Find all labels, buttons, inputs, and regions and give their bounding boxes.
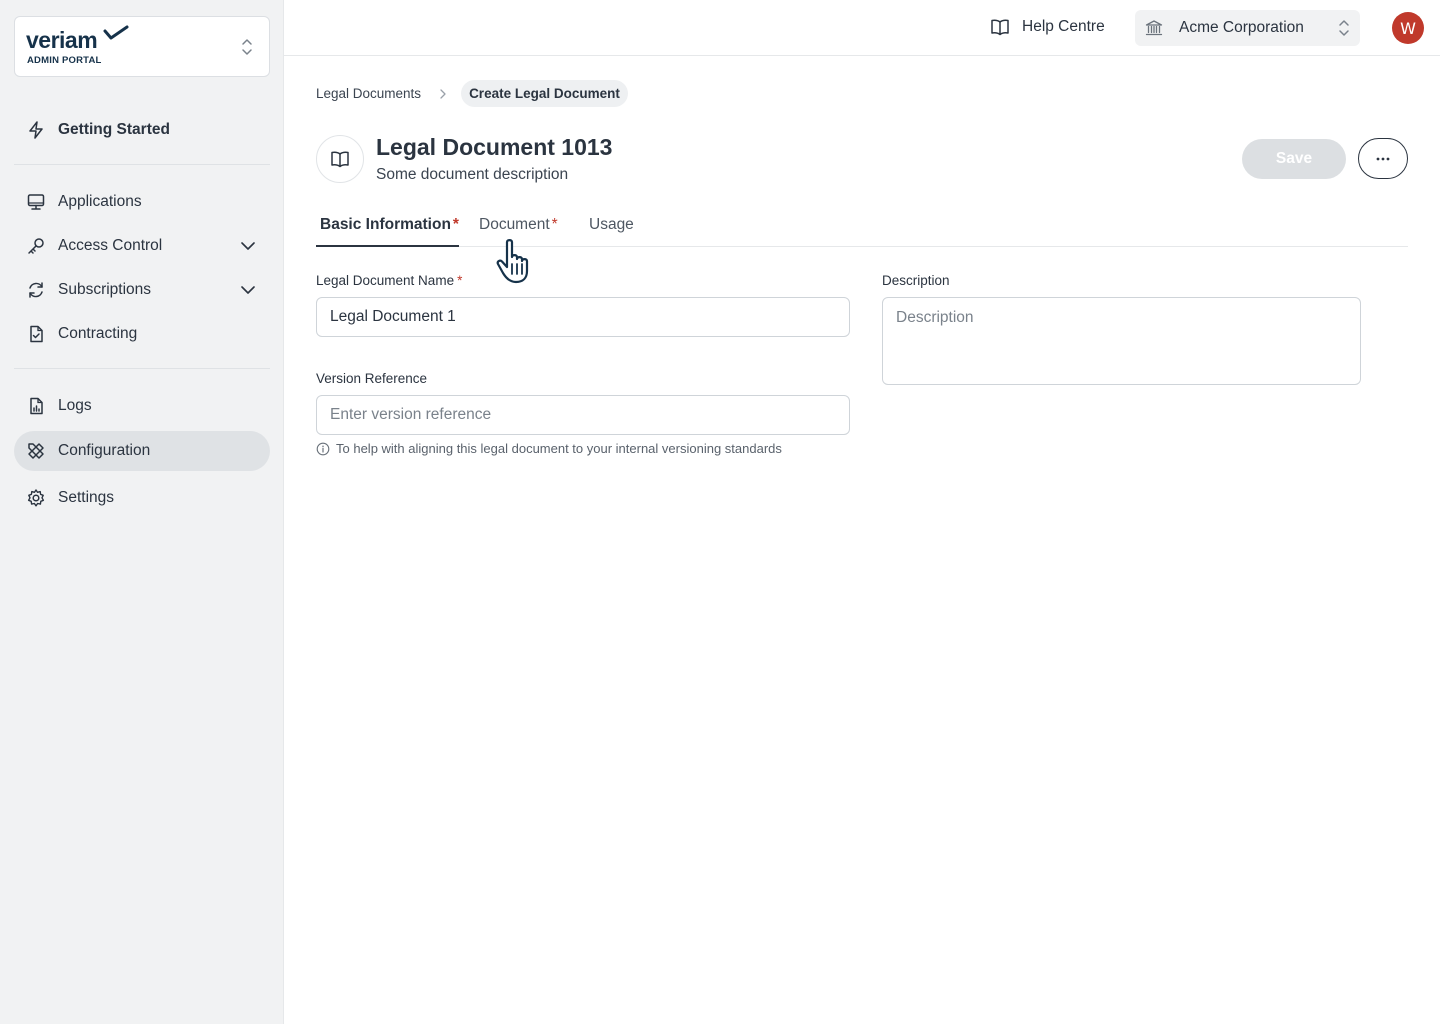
brand-check-icon xyxy=(103,25,129,40)
breadcrumb-legal-documents[interactable]: Legal Documents xyxy=(316,86,421,101)
sidebar-item-label: Access Control xyxy=(58,237,163,254)
sidebar-item-label: Subscriptions xyxy=(58,281,152,298)
page-description: Some document description xyxy=(376,166,569,183)
sidebar-item-access-control[interactable]: Access Control xyxy=(14,226,270,266)
sidebar-item-contracting[interactable]: Contracting xyxy=(14,314,270,354)
version-reference-label: Version Reference xyxy=(316,371,428,386)
bank-icon xyxy=(1145,20,1163,36)
monitor-icon xyxy=(26,192,46,212)
required-asterisk: * xyxy=(551,216,558,233)
page-title: Legal Document 1013 xyxy=(376,134,613,160)
avatar[interactable]: W xyxy=(1392,12,1424,44)
brand-subtitle: ADMIN PORTAL xyxy=(27,55,102,66)
required-asterisk: * xyxy=(457,273,463,288)
version-hint: To help with aligning this legal documen… xyxy=(316,441,782,456)
chevron-right-icon xyxy=(440,88,446,99)
top-bar: Help Centre Acme Corporation W xyxy=(284,0,1440,56)
help-centre-label: Help Centre xyxy=(1022,18,1105,35)
portal-switcher[interactable]: veriam ADMIN PORTAL xyxy=(14,16,270,77)
more-options-button[interactable] xyxy=(1358,138,1408,179)
breadcrumb-current: Create Legal Document xyxy=(461,80,628,107)
save-button[interactable]: Save xyxy=(1242,139,1346,179)
version-reference-input[interactable] xyxy=(316,395,850,435)
chevron-up-down-icon xyxy=(242,39,252,55)
refresh-icon xyxy=(26,280,46,300)
legal-document-name-input[interactable] xyxy=(316,297,850,337)
tenant-name: Acme Corporation xyxy=(1179,19,1304,36)
sidebar-item-label: Settings xyxy=(58,489,115,506)
book-open-icon xyxy=(331,151,349,168)
brand-logo: veriam xyxy=(26,27,98,53)
book-open-icon xyxy=(991,19,1009,36)
tab-basic-information[interactable]: Basic Information * xyxy=(316,206,459,247)
chevron-down-icon[interactable] xyxy=(240,282,256,298)
sidebar-divider xyxy=(14,368,270,369)
lightning-icon xyxy=(26,120,46,140)
sidebar-item-configuration[interactable]: Configuration xyxy=(14,431,270,471)
gear-icon xyxy=(26,488,46,508)
tab-label: Basic Information xyxy=(320,216,451,233)
description-label: Description xyxy=(882,273,950,288)
hand-pointer-cursor-icon xyxy=(496,239,529,284)
sidebar-item-label: Getting Started xyxy=(58,121,170,138)
tab-usage[interactable]: Usage xyxy=(589,206,634,247)
sidebar-divider xyxy=(14,164,270,165)
sidebar: veriam ADMIN PORTAL Getting Started Appl… xyxy=(0,0,284,1024)
file-check-icon xyxy=(26,324,46,344)
chevron-up-down-icon xyxy=(1339,20,1349,36)
sidebar-item-label: Contracting xyxy=(58,325,138,342)
sidebar-item-label: Logs xyxy=(58,397,92,414)
required-asterisk: * xyxy=(452,216,459,233)
sidebar-item-label: Configuration xyxy=(58,442,151,459)
tab-label: Usage xyxy=(589,216,634,233)
chevron-down-icon[interactable] xyxy=(240,238,256,254)
sidebar-item-label: Applications xyxy=(58,193,142,210)
ellipsis-icon xyxy=(1376,157,1390,160)
tools-icon xyxy=(26,441,46,461)
sidebar-item-applications[interactable]: Applications xyxy=(14,182,270,222)
sidebar-item-logs[interactable]: Logs xyxy=(14,386,270,426)
tenant-selector[interactable]: Acme Corporation xyxy=(1135,10,1360,46)
document-avatar xyxy=(316,135,364,183)
description-textarea[interactable] xyxy=(882,297,1361,385)
legal-document-name-label: Legal Document Name * xyxy=(316,273,462,288)
sidebar-item-settings[interactable]: Settings xyxy=(14,478,270,518)
sidebar-item-getting-started[interactable]: Getting Started xyxy=(14,110,270,150)
tab-bar: Basic Information * Document * Usage xyxy=(316,206,1408,247)
help-centre-link[interactable]: Help Centre xyxy=(990,18,1105,36)
tab-label: Document xyxy=(479,216,550,233)
file-chart-icon xyxy=(26,396,46,416)
hint-text: To help with aligning this legal documen… xyxy=(336,441,782,456)
breadcrumb: Legal Documents Create Legal Document xyxy=(316,80,628,107)
sidebar-item-subscriptions[interactable]: Subscriptions xyxy=(14,270,270,310)
label-text: Legal Document Name xyxy=(316,273,455,288)
info-icon xyxy=(316,442,330,455)
key-icon xyxy=(26,236,46,256)
